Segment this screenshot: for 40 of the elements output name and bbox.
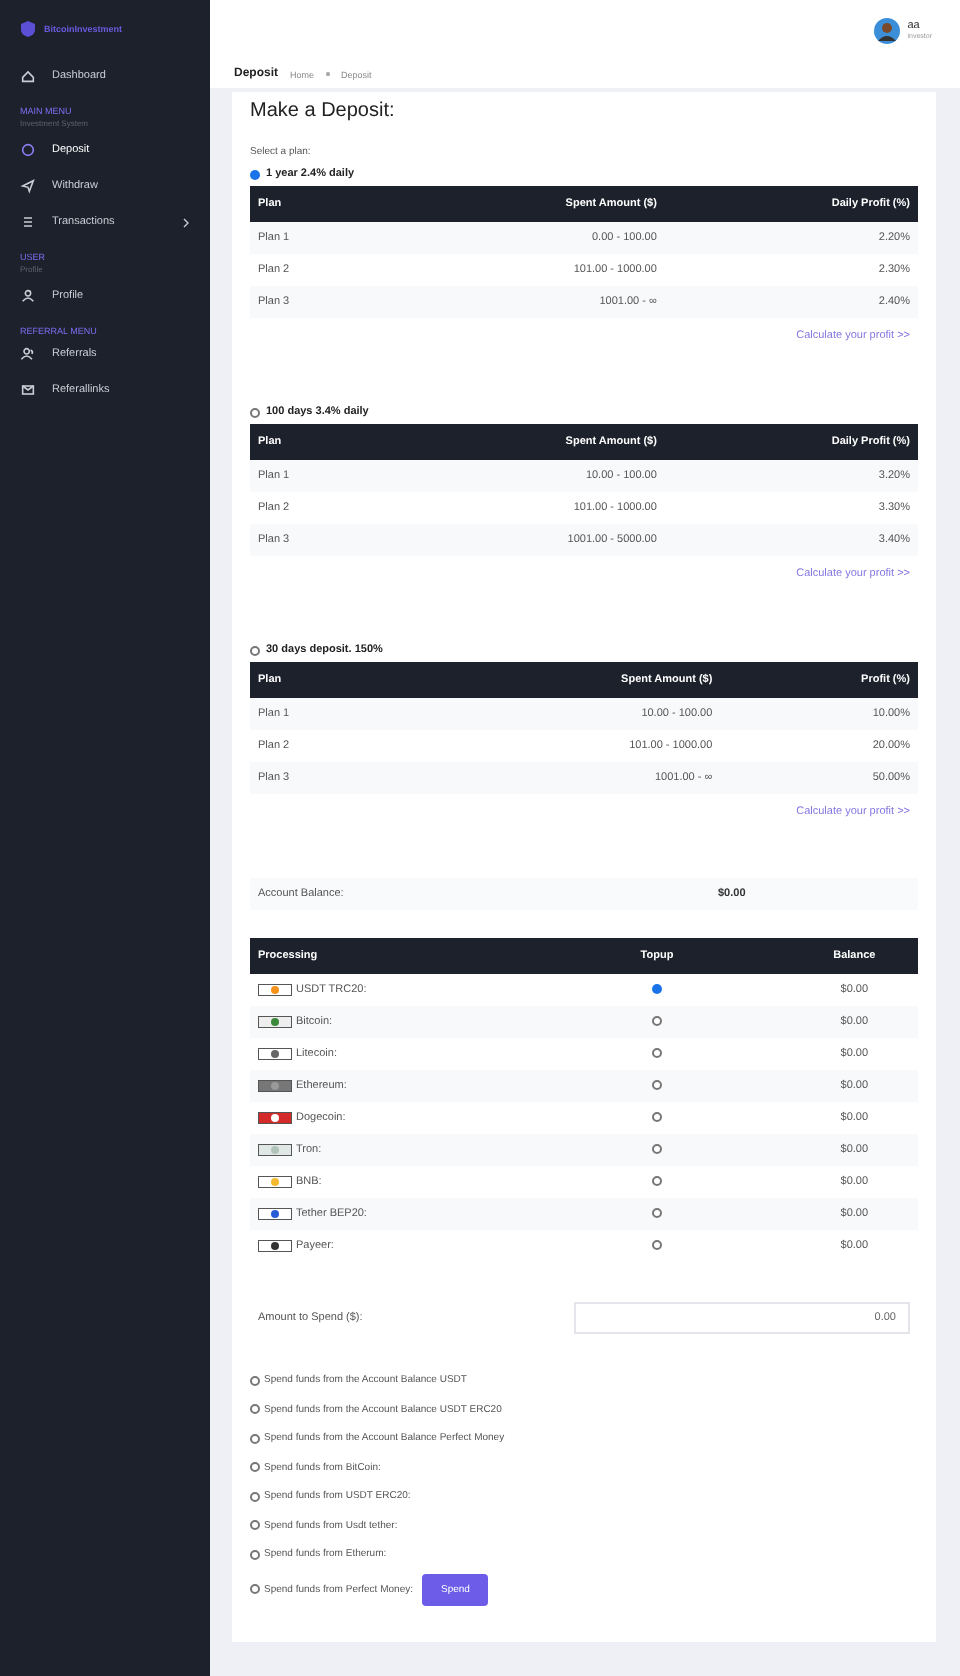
users-icon <box>20 346 36 362</box>
home-icon <box>20 68 36 84</box>
shield-logo-icon <box>20 20 36 38</box>
topup-radio[interactable] <box>652 1175 662 1185</box>
avatar-icon[interactable] <box>873 17 900 43</box>
topup-radio[interactable] <box>652 983 662 993</box>
radio-icon[interactable] <box>250 1549 260 1560</box>
breadcrumb-separator-dot <box>326 72 330 76</box>
payment-logo-icon <box>258 1208 292 1220</box>
topup-radio[interactable] <box>652 1047 662 1057</box>
topup-radio[interactable] <box>652 1015 662 1025</box>
payment-logo-icon <box>258 1048 292 1060</box>
list-icon <box>20 214 36 230</box>
radio-icon[interactable] <box>250 169 260 179</box>
topup-radio[interactable] <box>652 1207 662 1217</box>
topup-radio[interactable] <box>652 1079 662 1089</box>
radio-icon[interactable] <box>250 1520 260 1531</box>
mail-icon <box>20 382 36 398</box>
payment-logo-icon <box>258 984 292 996</box>
payment-logo-icon <box>258 1112 292 1124</box>
payment-logo-icon <box>258 1176 292 1188</box>
radio-icon[interactable] <box>250 1433 260 1444</box>
radio-icon[interactable] <box>250 1584 260 1594</box>
payment-logo-icon <box>258 1144 292 1156</box>
coin-icon <box>20 142 36 158</box>
radio-icon[interactable] <box>250 1375 260 1386</box>
radio-icon[interactable] <box>250 1491 260 1502</box>
topup-radio[interactable] <box>652 1111 662 1121</box>
form-heading: Make a Deposit: <box>250 100 397 122</box>
radio-icon[interactable] <box>250 407 260 417</box>
payment-logo-icon <box>258 1240 292 1252</box>
payment-logo-icon <box>258 1080 292 1092</box>
radio-icon[interactable] <box>250 1404 260 1415</box>
user-icon <box>20 288 36 304</box>
radio-icon[interactable] <box>250 645 260 655</box>
radio-icon[interactable] <box>250 1462 260 1473</box>
payment-logo-icon <box>258 1016 292 1028</box>
topup-radio[interactable] <box>652 1239 662 1249</box>
send-icon <box>20 178 36 194</box>
topup-radio[interactable] <box>652 1143 662 1153</box>
